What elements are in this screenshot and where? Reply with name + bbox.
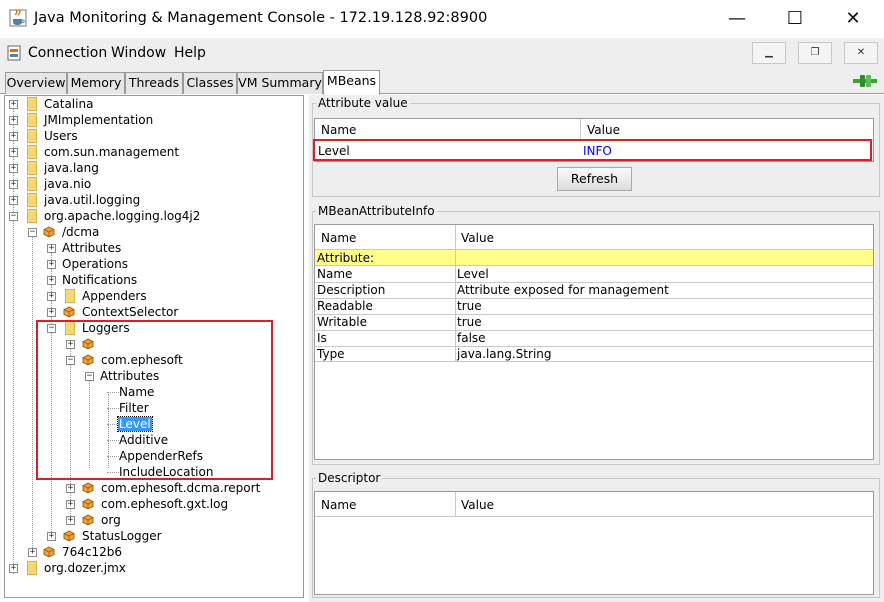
attribute-info-row-value: true	[457, 299, 482, 313]
highlight-box-loggers	[36, 320, 273, 480]
attribute-info-row-value: false	[457, 331, 486, 345]
mbean-icon	[63, 306, 75, 318]
expand-icon[interactable]: +	[47, 532, 56, 541]
attribute-info-row-value: Attribute exposed for management	[457, 283, 669, 297]
expand-icon[interactable]: +	[47, 276, 56, 285]
expand-icon[interactable]: +	[28, 548, 37, 557]
mbean-icon	[63, 530, 75, 542]
folder-icon	[27, 561, 37, 575]
attribute-value-header-name: Name	[321, 123, 357, 137]
folder-icon	[27, 209, 37, 223]
tab-vm-summary[interactable]: VM Summary	[237, 72, 323, 94]
title-bar: Java Monitoring & Management Console - 1…	[0, 0, 884, 38]
java-app-icon	[9, 9, 27, 27]
mbean-icon	[43, 546, 55, 558]
attribute-info-row-name: Description	[317, 283, 386, 297]
mbean-icon	[82, 514, 94, 526]
folder-icon	[27, 177, 37, 191]
folder-icon	[27, 129, 37, 143]
tab-classes[interactable]: Classes	[183, 72, 237, 94]
collapse-icon[interactable]: −	[9, 212, 18, 221]
collapse-icon[interactable]: −	[28, 228, 37, 237]
inner-minimize-button[interactable]: ▁	[752, 42, 786, 64]
mbean-icon	[82, 498, 94, 510]
attribute-value-header-value: Value	[587, 123, 620, 137]
attribute-section-row	[315, 250, 873, 266]
menu-connection[interactable]: Connection	[28, 45, 107, 61]
folder-icon	[65, 289, 75, 303]
tab-threads[interactable]: Threads	[125, 72, 183, 94]
inner-close-button[interactable]: ✕	[844, 42, 878, 64]
connection-status-icon	[853, 73, 877, 89]
maximize-button[interactable]: ☐	[772, 6, 818, 32]
attribute-info-row-value: true	[457, 315, 482, 329]
folder-icon	[27, 113, 37, 127]
attribute-info-row-name: Is	[317, 331, 327, 345]
expand-icon[interactable]: +	[9, 100, 18, 109]
descriptor-header-value: Value	[461, 498, 494, 512]
attribute-value-title: Attribute value	[316, 96, 410, 110]
attribute-info-row-name: Name	[317, 267, 353, 281]
attribute-info-row-value: java.lang.String	[457, 347, 552, 361]
highlight-box-level-value	[313, 139, 872, 161]
expand-icon[interactable]: +	[9, 564, 18, 573]
expand-icon[interactable]: +	[9, 164, 18, 173]
window-title: Java Monitoring & Management Console - 1…	[34, 10, 488, 26]
expand-icon[interactable]: +	[47, 244, 56, 253]
menu-window[interactable]: Window	[111, 45, 166, 61]
document-icon	[7, 45, 21, 61]
tab-mbeans[interactable]: MBeans	[323, 70, 380, 95]
expand-icon[interactable]: +	[47, 308, 56, 317]
descriptor-header-name: Name	[321, 498, 357, 512]
expand-icon[interactable]: +	[47, 260, 56, 269]
attribute-info-title: MBeanAttributeInfo	[316, 204, 437, 218]
expand-icon[interactable]: +	[9, 132, 18, 141]
attribute-info-row-name: Readable	[317, 299, 373, 313]
expand-icon[interactable]: +	[9, 196, 18, 205]
inner-restore-button[interactable]: ❐	[798, 42, 832, 64]
attribute-section-label: Attribute:	[317, 251, 375, 265]
expand-icon[interactable]: +	[47, 292, 56, 301]
tab-overview[interactable]: Overview	[5, 72, 67, 94]
close-button[interactable]: ✕	[830, 6, 876, 32]
expand-icon[interactable]: +	[66, 500, 75, 509]
folder-icon	[27, 161, 37, 175]
expand-icon[interactable]: +	[66, 516, 75, 525]
expand-icon[interactable]: +	[9, 180, 18, 189]
tab-memory[interactable]: Memory	[67, 72, 125, 94]
folder-icon	[27, 97, 37, 111]
mbean-icon	[82, 482, 94, 494]
attribute-info-row-name: Type	[317, 347, 345, 361]
descriptor-title: Descriptor	[316, 471, 383, 485]
attribute-info-row-value: Level	[457, 267, 489, 281]
folder-icon	[27, 193, 37, 207]
folder-icon	[27, 145, 37, 159]
refresh-button[interactable]: Refresh	[557, 167, 632, 191]
expand-icon[interactable]: +	[66, 484, 75, 493]
menu-help[interactable]: Help	[174, 45, 206, 61]
expand-icon[interactable]: +	[9, 116, 18, 125]
attribute-info-row-name: Writable	[317, 315, 367, 329]
attribute-info-header-name: Name	[321, 231, 357, 245]
attribute-info-header-value: Value	[461, 231, 494, 245]
expand-icon[interactable]: +	[9, 148, 18, 157]
mbean-icon	[43, 226, 55, 238]
minimize-button[interactable]: —	[714, 6, 760, 32]
